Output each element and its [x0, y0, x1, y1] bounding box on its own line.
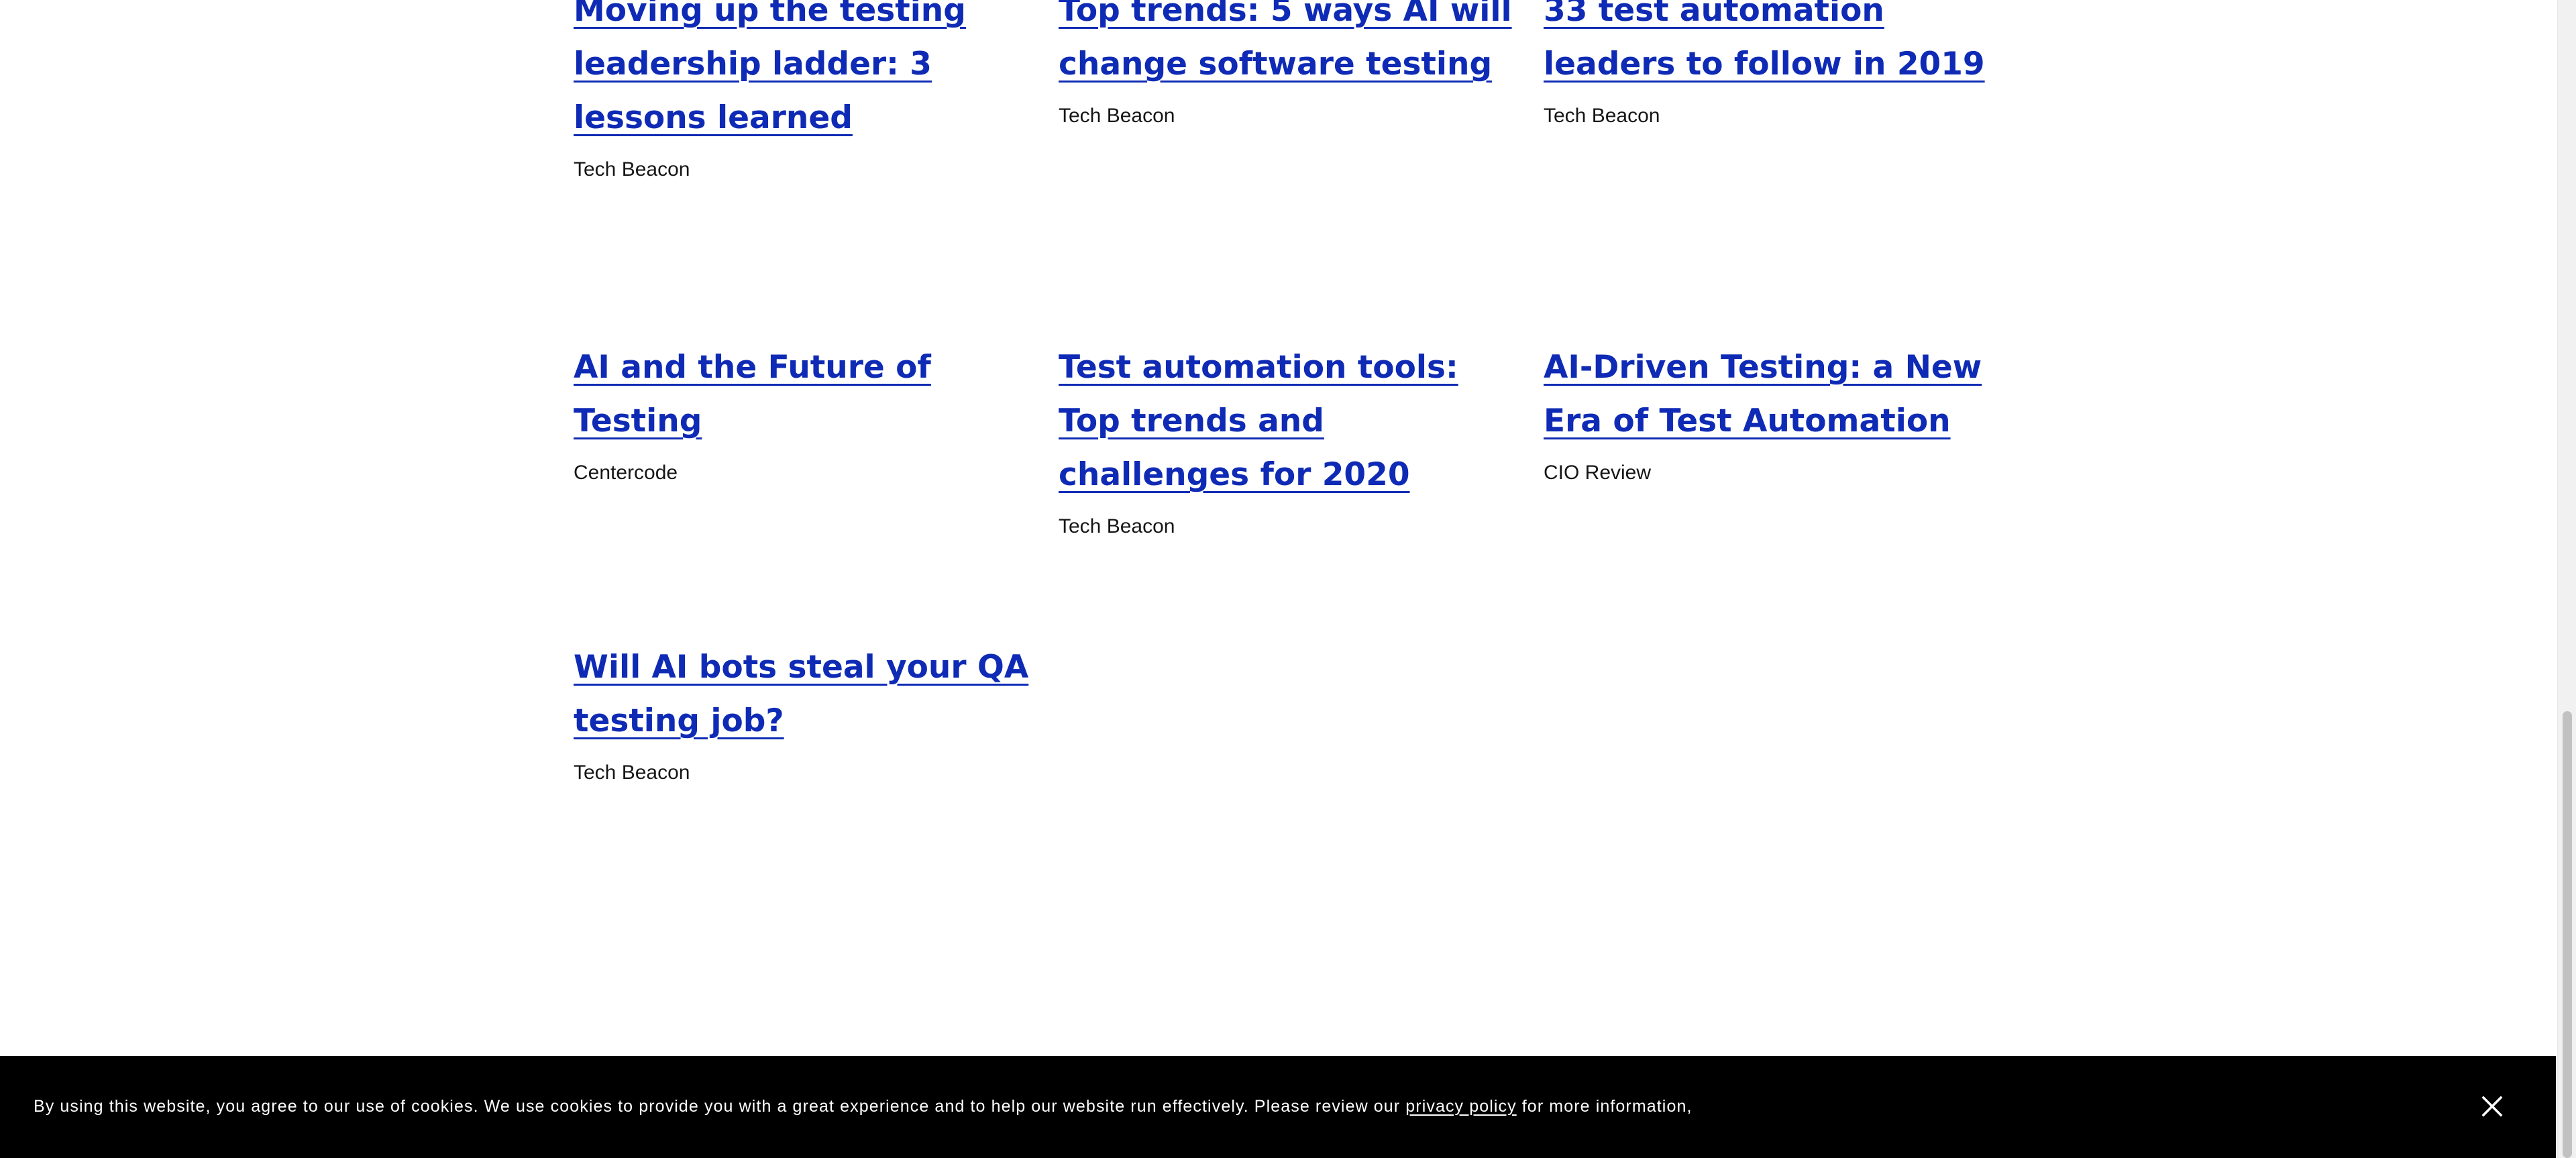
- article-link[interactable]: AI-Driven Testing: a New Era of Test Aut…: [1544, 341, 2000, 448]
- article-card: Top trends: 5 ways AI will change softwa…: [1059, 0, 1515, 129]
- article-source: Tech Beacon: [1059, 515, 1175, 537]
- vertical-scrollbar[interactable]: [2557, 0, 2576, 1158]
- article-card: Will AI bots steal your QA testing job? …: [574, 641, 1030, 786]
- article-link[interactable]: Moving up the testing leadership ladder:…: [574, 0, 1030, 145]
- article-link[interactable]: Will AI bots steal your QA testing job?: [574, 641, 1030, 748]
- article-link[interactable]: Top trends: 5 ways AI will change softwa…: [1059, 0, 1515, 91]
- article-source: Tech Beacon: [574, 158, 690, 180]
- article-card: Test automation tools: Top trends and ch…: [1059, 341, 1515, 540]
- article-card: AI-Driven Testing: a New Era of Test Aut…: [1544, 341, 2000, 486]
- article-card: AI and the Future of Testing Centercode: [574, 341, 1030, 486]
- scrollbar-thumb[interactable]: [2563, 711, 2572, 1158]
- article-link[interactable]: AI and the Future of Testing: [574, 341, 1030, 448]
- article-link[interactable]: Test automation tools: Top trends and ch…: [1059, 341, 1515, 502]
- close-icon-glyph: [2481, 1096, 2503, 1117]
- article-source: CIO Review: [1544, 462, 1652, 484]
- cookie-message: By using this website, you agree to our …: [34, 1093, 1693, 1120]
- close-icon[interactable]: [2475, 1090, 2509, 1123]
- cookie-text-before: By using this website, you agree to our …: [34, 1097, 1401, 1116]
- article-source: Centercode: [574, 462, 678, 484]
- article-source: Tech Beacon: [1544, 105, 1660, 127]
- article-link[interactable]: 33 test automation leaders to follow in …: [1544, 0, 2000, 91]
- article-source: Tech Beacon: [574, 761, 690, 784]
- cookie-text-after: for more information,: [1521, 1097, 1693, 1116]
- privacy-policy-link[interactable]: privacy policy: [1405, 1097, 1516, 1116]
- articles-section: Moving up the testing leadership ladder:…: [0, 0, 2556, 1158]
- cookie-banner: By using this website, you agree to our …: [0, 1056, 2556, 1158]
- article-card: 33 test automation leaders to follow in …: [1544, 0, 2000, 129]
- article-card: Moving up the testing leadership ladder:…: [574, 0, 1030, 183]
- page: Moving up the testing leadership ladder:…: [0, 0, 2576, 1158]
- article-source: Tech Beacon: [1059, 105, 1175, 127]
